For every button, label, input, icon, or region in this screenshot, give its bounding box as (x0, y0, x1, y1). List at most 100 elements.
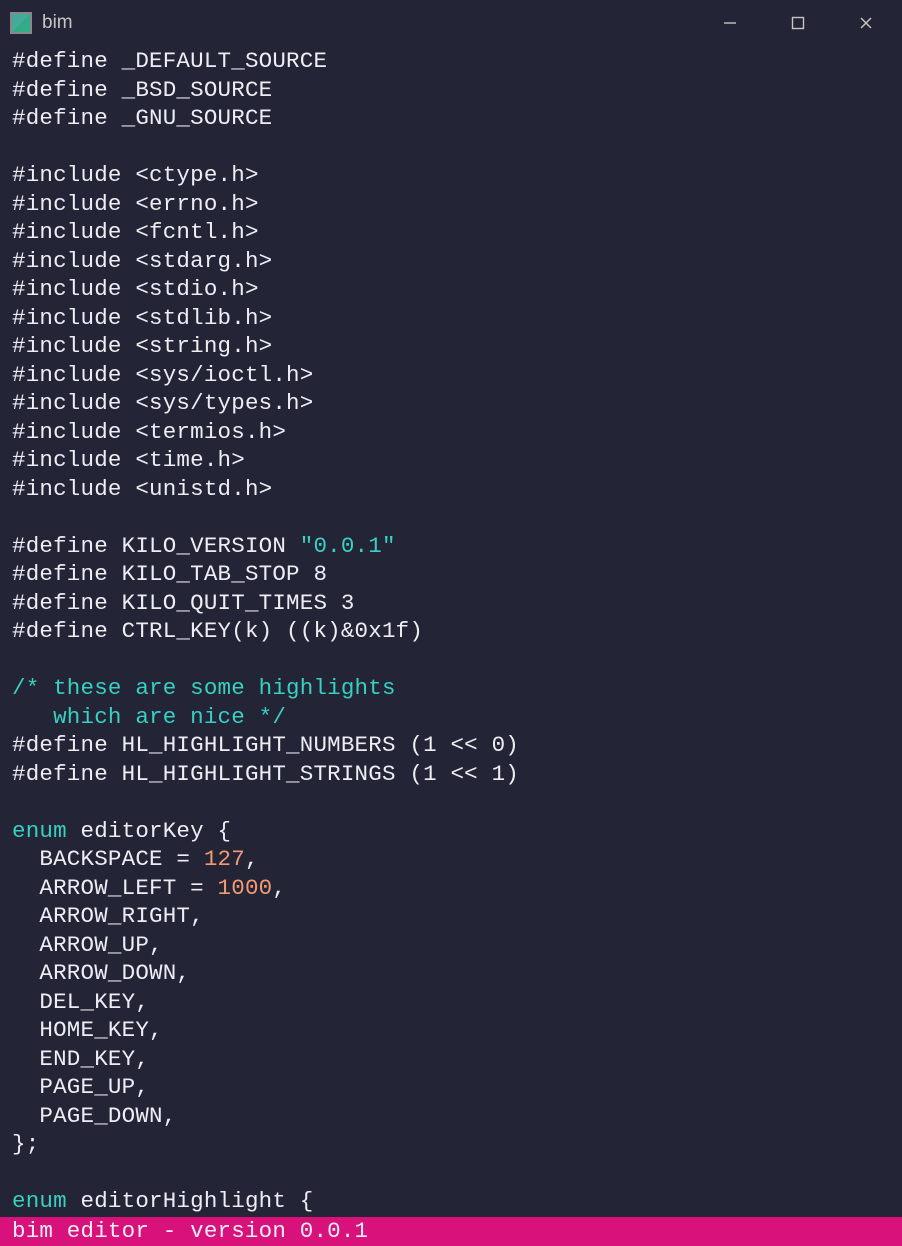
code-token: include <fcntl.h> (26, 219, 259, 245)
code-token: # (12, 48, 26, 74)
close-button[interactable] (848, 8, 884, 38)
code-line: PAGE_UP, (12, 1073, 890, 1102)
code-token: include <sys/ioctl.h> (26, 362, 314, 388)
code-token: # (12, 590, 26, 616)
code-line: #include <string.h> (12, 332, 890, 361)
code-token: define KILO_QUIT_TIMES 3 (26, 590, 355, 616)
code-line: enum editorHighlight { (12, 1187, 890, 1216)
code-token: DEL_KEY, (12, 989, 149, 1015)
code-token: "0.0.1" (300, 533, 396, 559)
code-token: include <errno.h> (26, 191, 259, 217)
code-token: # (12, 561, 26, 587)
code-line: /* these are some highlights (12, 674, 890, 703)
code-token: # (12, 618, 26, 644)
code-line: #include <termios.h> (12, 418, 890, 447)
code-line (12, 646, 890, 675)
code-line: #include <errno.h> (12, 190, 890, 219)
maximize-button[interactable] (780, 8, 816, 38)
code-token: , (245, 846, 259, 872)
code-line: #define _BSD_SOURCE (12, 76, 890, 105)
code-line: ARROW_LEFT = 1000, (12, 874, 890, 903)
code-token: ARROW_UP, (12, 932, 163, 958)
status-bar: bim editor - version 0.0.1 (0, 1217, 902, 1246)
code-token: PAGE_UP, (12, 1074, 149, 1100)
code-line: #include <ctype.h> (12, 161, 890, 190)
code-line: #define HL_HIGHLIGHT_STRINGS (1 << 1) (12, 760, 890, 789)
minimize-icon (723, 16, 737, 30)
code-token: include <unistd.h> (26, 476, 273, 502)
code-token: # (12, 305, 26, 331)
code-line: #define _DEFAULT_SOURCE (12, 47, 890, 76)
code-token: /* these are some highlights (12, 675, 396, 701)
code-line: #include <unistd.h> (12, 475, 890, 504)
status-text: bim editor - version 0.0.1 (12, 1218, 368, 1244)
code-token: editorKey { (67, 818, 231, 844)
code-token: # (12, 77, 26, 103)
code-token: include <string.h> (26, 333, 273, 359)
code-token: }; (12, 1131, 39, 1157)
titlebar: bim (0, 0, 902, 45)
code-token: 1000 (218, 875, 273, 901)
code-token: include <stdio.h> (26, 276, 259, 302)
code-line: }; (12, 1130, 890, 1159)
code-token: define KILO_VERSION (26, 533, 300, 559)
code-token: enum (12, 818, 67, 844)
code-token: , (272, 875, 286, 901)
code-line: #include <sys/types.h> (12, 389, 890, 418)
code-line: #include <stdio.h> (12, 275, 890, 304)
code-line: #include <fcntl.h> (12, 218, 890, 247)
code-token: define CTRL_KEY(k) ((k)&0x1f) (26, 618, 423, 644)
code-line: #define KILO_VERSION "0.0.1" (12, 532, 890, 561)
code-token: ARROW_LEFT = (12, 875, 218, 901)
titlebar-controls (712, 8, 884, 38)
code-line: #include <stdlib.h> (12, 304, 890, 333)
code-line: #define KILO_TAB_STOP 8 (12, 560, 890, 589)
code-line: END_KEY, (12, 1045, 890, 1074)
code-line: DEL_KEY, (12, 988, 890, 1017)
code-token: # (12, 219, 26, 245)
code-line: #define KILO_QUIT_TIMES 3 (12, 589, 890, 618)
code-token: # (12, 390, 26, 416)
code-token: # (12, 732, 26, 758)
code-token: include <termios.h> (26, 419, 286, 445)
editor-viewport[interactable]: #define _DEFAULT_SOURCE#define _BSD_SOUR… (0, 45, 902, 1217)
code-line: PAGE_DOWN, (12, 1102, 890, 1131)
close-icon (859, 16, 873, 30)
app-icon (10, 12, 32, 34)
code-token: PAGE_DOWN, (12, 1103, 176, 1129)
code-line: BACKSPACE = 127, (12, 845, 890, 874)
code-line: ARROW_DOWN, (12, 959, 890, 988)
code-token: define _BSD_SOURCE (26, 77, 273, 103)
code-line: #define _GNU_SOURCE (12, 104, 890, 133)
code-line: #include <time.h> (12, 446, 890, 475)
code-token: # (12, 276, 26, 302)
code-line: #define HL_HIGHLIGHT_NUMBERS (1 << 0) (12, 731, 890, 760)
code-token: include <sys/types.h> (26, 390, 314, 416)
minimize-button[interactable] (712, 8, 748, 38)
code-token: ARROW_RIGHT, (12, 903, 204, 929)
code-token: # (12, 533, 26, 559)
code-token: include <stdlib.h> (26, 305, 273, 331)
code-token: # (12, 447, 26, 473)
code-line (12, 133, 890, 162)
code-token: # (12, 476, 26, 502)
code-line: #include <stdarg.h> (12, 247, 890, 276)
code-token: # (12, 362, 26, 388)
code-token: include <ctype.h> (26, 162, 259, 188)
code-line: ARROW_RIGHT, (12, 902, 890, 931)
code-token: BACKSPACE = (12, 846, 204, 872)
code-token: define HL_HIGHLIGHT_STRINGS (1 << 1) (26, 761, 519, 787)
code-token: include <stdarg.h> (26, 248, 273, 274)
code-line (12, 788, 890, 817)
code-token: # (12, 105, 26, 131)
code-token: enum (12, 1188, 67, 1214)
code-token: define _GNU_SOURCE (26, 105, 273, 131)
code-token: define _DEFAULT_SOURCE (26, 48, 327, 74)
code-line: which are nice */ (12, 703, 890, 732)
code-token: include <time.h> (26, 447, 245, 473)
maximize-icon (791, 16, 805, 30)
code-token: # (12, 333, 26, 359)
code-token: ARROW_DOWN, (12, 960, 190, 986)
window-title: bim (42, 12, 712, 34)
code-token: HOME_KEY, (12, 1017, 163, 1043)
